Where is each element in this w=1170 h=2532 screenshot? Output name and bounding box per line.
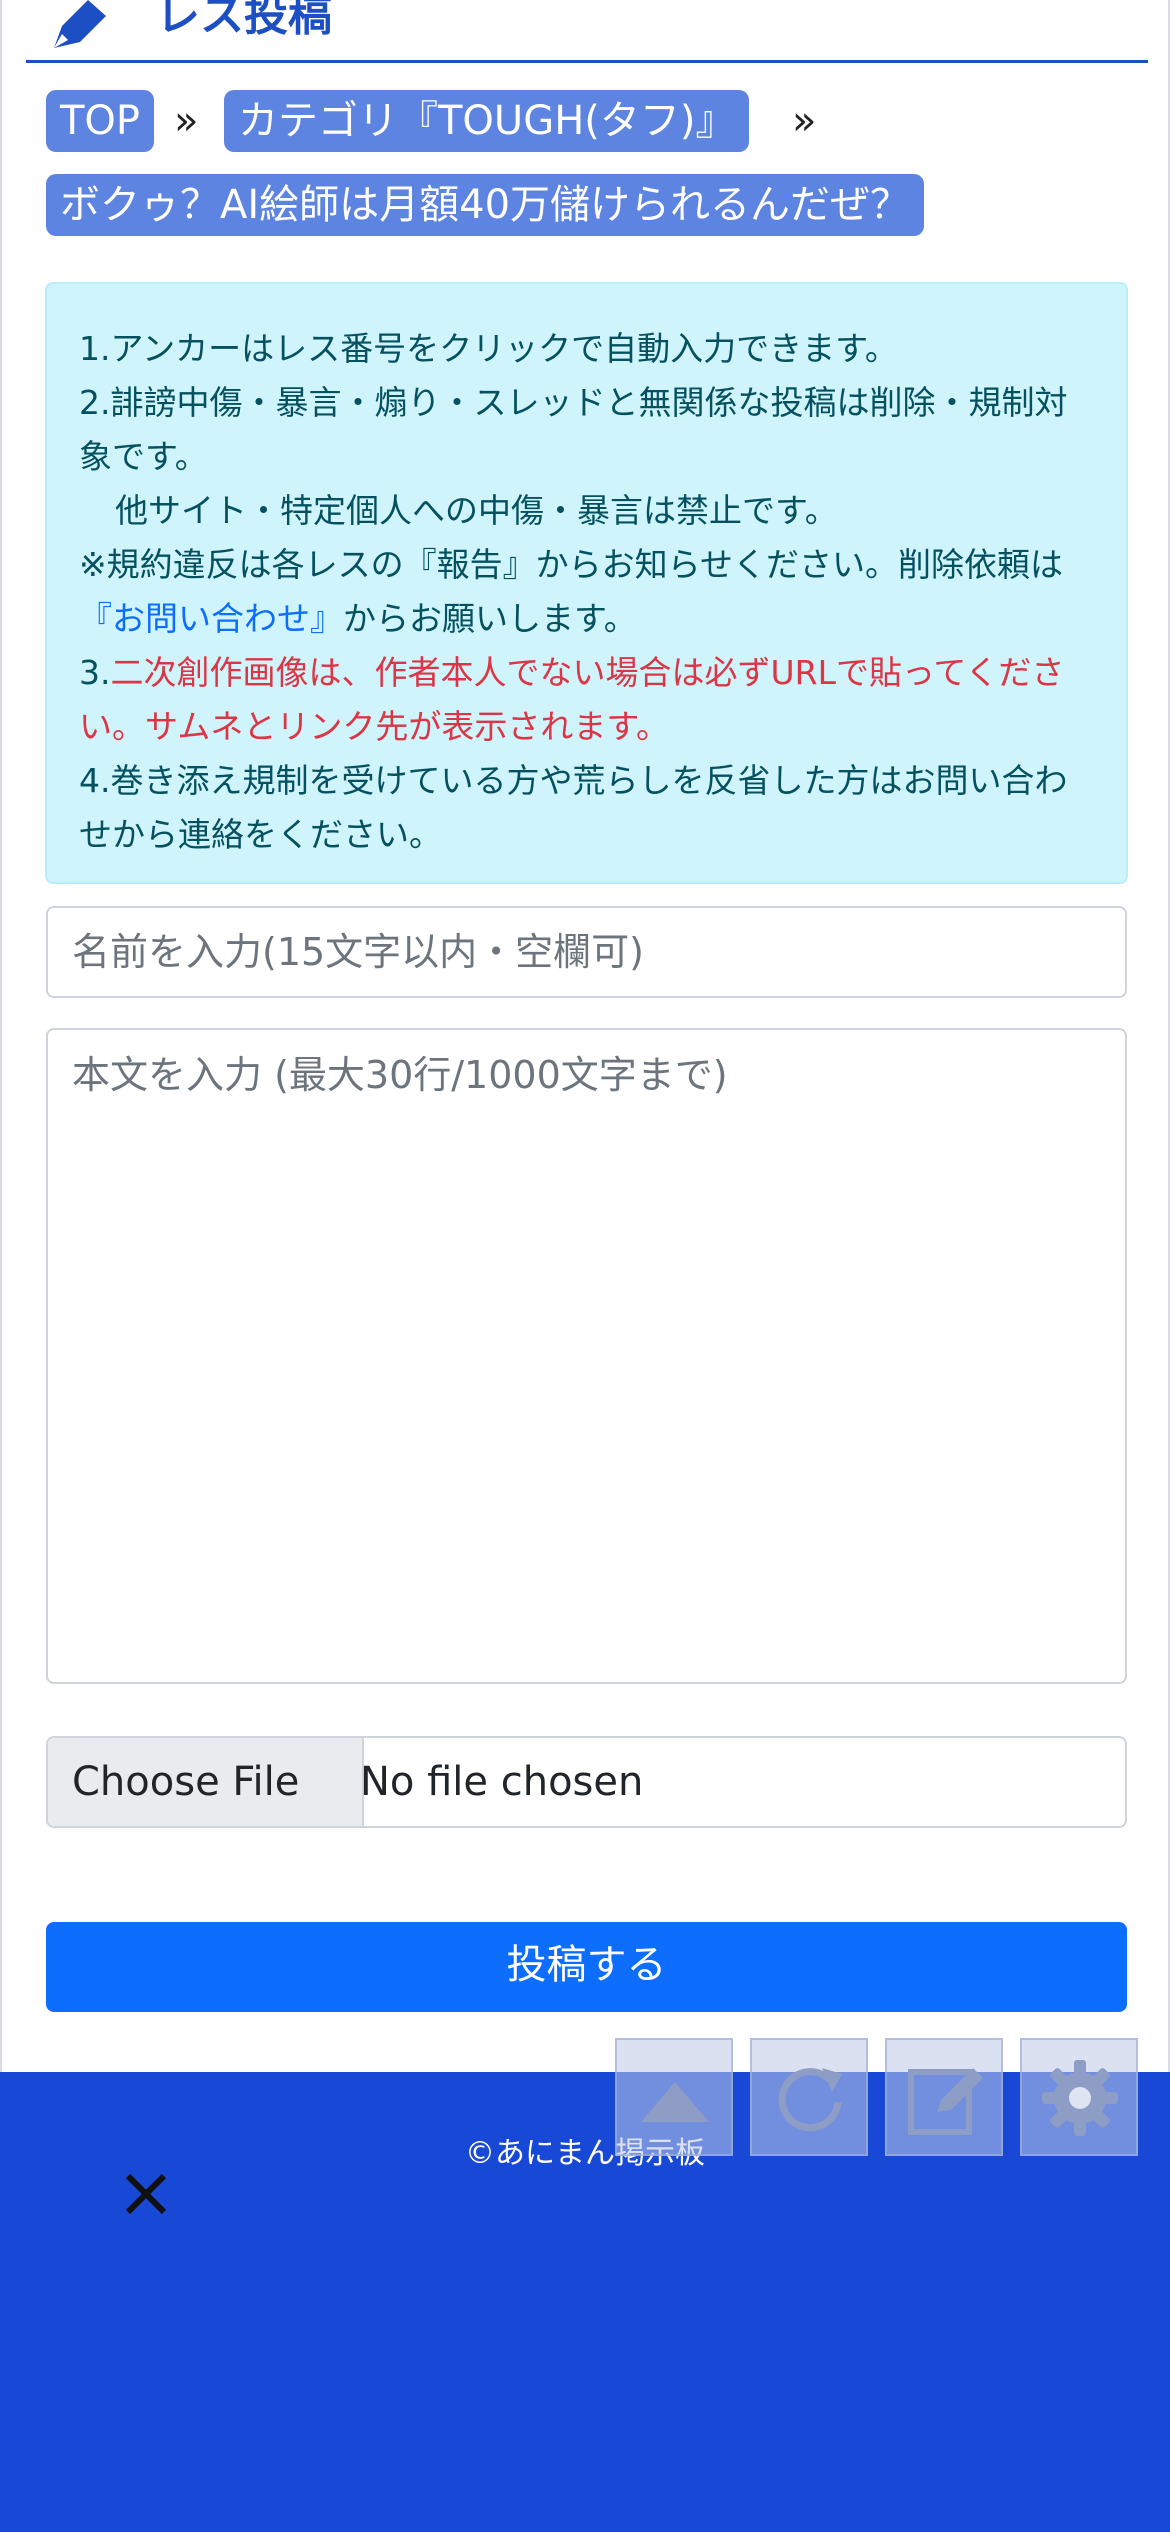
edit-button[interactable] <box>885 2038 1003 2156</box>
reload-icon <box>778 2068 842 2132</box>
name-input[interactable] <box>46 906 1127 998</box>
notice-number: 3. <box>79 653 111 692</box>
notice-line: ※規約違反は各レスの『報告』からお知らせください。削除依頼は『お問い合わせ』から… <box>79 538 1096 646</box>
breadcrumb-separator: » <box>174 98 199 144</box>
close-icon[interactable] <box>118 2166 174 2222</box>
breadcrumb-category[interactable]: カテゴリ『TOUGH(タフ)』 <box>224 90 750 152</box>
notice-line: 他サイト・特定個人への中傷・暴言は禁止です。 <box>115 491 838 530</box>
page: レス投稿 TOP » カテゴリ『TOUGH(タフ)』 » ボクゥ？AI絵師は月額… <box>0 0 1170 2072</box>
notice-line: 4.巻き添え規制を受けている方や荒らしを反省した方はお問い合わせから連絡をくださ… <box>79 761 1068 854</box>
notice-text: ※規約違反は各レスの『報告』からお知らせください。削除依頼は <box>79 545 1063 584</box>
settings-button[interactable] <box>1020 2038 1138 2156</box>
settings-icon <box>1042 2060 1118 2136</box>
notice-warning: 二次創作画像は、作者本人でない場合は必ずURLで貼ってください。サムネとリンク先… <box>79 653 1065 746</box>
breadcrumb-top[interactable]: TOP <box>46 90 155 152</box>
submit-button[interactable]: 投稿する <box>46 1922 1127 2012</box>
notice-line: 1.アンカーはレス番号をクリックで自動入力できます。 <box>79 329 898 368</box>
pencil-icon <box>54 0 106 48</box>
notice-text: からお願いします。 <box>343 599 637 638</box>
scroll-top-button[interactable] <box>615 2038 733 2156</box>
notice-line: 3.二次創作画像は、作者本人でない場合は必ずURLで貼ってください。サムネとリン… <box>79 646 1096 754</box>
edit-icon <box>908 2068 983 2135</box>
choose-file-button[interactable]: Choose File <box>48 1738 364 1826</box>
file-status: No file chosen <box>360 1759 644 1805</box>
body-textarea[interactable] <box>46 1028 1127 1684</box>
rules-notice: 1.アンカーはレス番号をクリックで自動入力できます。 2.誹謗中傷・暴言・煽り・… <box>45 282 1128 884</box>
scroll-top-icon <box>641 2082 709 2122</box>
breadcrumb-thread[interactable]: ボクゥ？AI絵師は月額40万儲けられるんだぜ？ <box>46 174 925 236</box>
page-title: レス投稿 <box>156 0 332 41</box>
breadcrumb-separator: » <box>792 98 817 144</box>
reload-button[interactable] <box>750 2038 868 2156</box>
contact-link[interactable]: 『お問い合わせ』 <box>79 599 343 638</box>
section-header: レス投稿 <box>26 0 1148 63</box>
file-input[interactable]: Choose File No file chosen <box>46 1736 1127 1828</box>
notice-line: 2.誹謗中傷・暴言・煽り・スレッドと無関係な投稿は削除・規制対象です。 <box>79 383 1068 476</box>
